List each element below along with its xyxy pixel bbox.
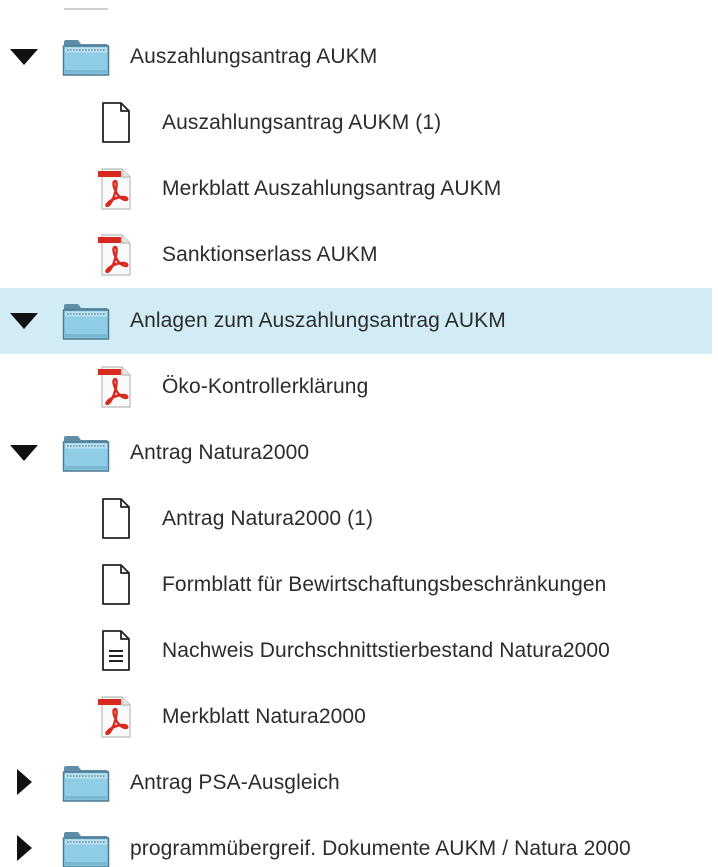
tree-file-row[interactable]: Sanktionserlass AUKM [0,222,712,288]
folder-icon [62,39,110,77]
tree-item-label: Merkblatt Auszahlungsantrag AUKM [162,177,502,200]
pdf-file-icon [96,233,136,277]
document-tree: Auszahlungsantrag AUKM Auszahlungsantrag … [0,0,712,867]
tree-folder-row[interactable]: Auszahlungsantrag AUKM [0,24,712,90]
tree-item-label: Antrag Natura2000 [130,441,310,464]
tree-file-row[interactable]: Öko-Kontrollerklärung [0,354,712,420]
text-document-icon [96,629,136,673]
tree-file-row[interactable]: Merkblatt Natura2000 [0,684,712,750]
folder-icon [62,831,110,867]
tree-file-row[interactable]: Antrag Natura2000 (1) [0,486,712,552]
tree-item-label: Antrag PSA-Ausgleich [130,771,340,794]
tree-item-label: programmübergreif. Dokumente AUKM / Natu… [130,837,631,860]
collapse-triangle-icon[interactable] [0,420,40,486]
previous-item-stub [64,0,108,10]
tree-item-label: Antrag Natura2000 (1) [162,507,374,530]
folder-icon [62,765,110,803]
tree-folder-row[interactable]: Antrag Natura2000 [0,420,712,486]
tree-file-row[interactable]: Merkblatt Auszahlungsantrag AUKM [0,156,712,222]
blank-document-icon [96,101,136,145]
tree-item-label: Auszahlungsantrag AUKM (1) [162,111,442,134]
pdf-file-icon [96,365,136,409]
tree-file-row[interactable]: Auszahlungsantrag AUKM (1) [0,90,712,156]
tree-folder-row[interactable]: Anlagen zum Auszahlungsantrag AUKM [0,288,712,354]
expand-triangle-icon[interactable] [0,750,40,816]
folder-icon [62,303,110,341]
tree-item-label: Formblatt für Bewirtschaftungsbeschränku… [162,573,607,596]
blank-document-icon [96,563,136,607]
tree-item-label: Auszahlungsantrag AUKM [130,45,378,68]
expand-triangle-icon[interactable] [0,816,40,867]
tree-item-label: Öko-Kontrollerklärung [162,375,369,398]
tree-item-label: Merkblatt Natura2000 [162,705,366,728]
tree-folder-row[interactable]: Antrag PSA-Ausgleich [0,750,712,816]
pdf-file-icon [96,167,136,211]
tree-item-label: Sanktionserlass AUKM [162,243,378,266]
tree-file-row[interactable]: Nachweis Durchschnittstierbestand Natura… [0,618,712,684]
tree-item-label: Anlagen zum Auszahlungsantrag AUKM [130,309,506,332]
tree-item-label: Nachweis Durchschnittstierbestand Natura… [162,639,610,662]
blank-document-icon [96,497,136,541]
tree-file-row[interactable]: Formblatt für Bewirtschaftungsbeschränku… [0,552,712,618]
collapse-triangle-icon[interactable] [0,288,40,354]
collapse-triangle-icon[interactable] [0,24,40,90]
folder-icon [62,435,110,473]
pdf-file-icon [96,695,136,739]
tree-folder-row[interactable]: programmübergreif. Dokumente AUKM / Natu… [0,816,712,867]
